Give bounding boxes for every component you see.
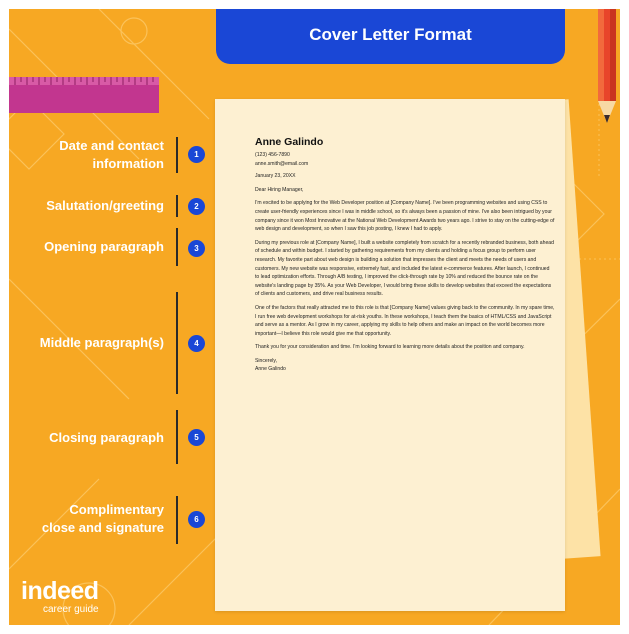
section-bracket-1 xyxy=(176,137,178,173)
section-label-closing: Closing paragraph xyxy=(49,430,164,445)
section-label-salutation: Salutation/greeting xyxy=(46,198,164,213)
letter-middle-paragraph: During my previous role at [Company Name… xyxy=(255,239,554,298)
section-bracket-4 xyxy=(176,292,178,394)
letter-thanks-paragraph: Thank you for your consideration and tim… xyxy=(255,344,525,351)
section-number-badge-2: 2 xyxy=(188,198,205,215)
logo-wordmark: indeed xyxy=(21,577,99,605)
letter-email: anne.smith@email.com xyxy=(255,160,309,167)
ruler-illustration xyxy=(9,77,159,113)
section-label-date-contact: Date and contact information xyxy=(59,138,164,171)
section-number-badge-1: 1 xyxy=(188,146,205,163)
letter-phone: (123) 456-7890 xyxy=(255,152,290,158)
section-number-badge-6: 6 xyxy=(188,511,205,528)
letter-salutation: Dear Hiring Manager, xyxy=(255,186,304,193)
section-number-badge-4: 4 xyxy=(188,335,205,352)
pencil-illustration xyxy=(598,9,616,123)
section-label-opening: Opening paragraph xyxy=(44,239,164,254)
letter-opening-paragraph: I'm excited to be applying for the Web D… xyxy=(255,200,555,233)
section-label-complimentary-close: Complimentary close and signature xyxy=(41,502,164,535)
section-bracket-3 xyxy=(176,228,178,266)
indeed-logo: indeed career guide xyxy=(21,577,99,616)
letter-name: Anne Galindo xyxy=(255,136,324,148)
cover-letter-sheet: Anne Galindo (123) 456-7890 anne.smith@e… xyxy=(215,99,565,611)
letter-signature: Anne Galindo xyxy=(255,366,286,373)
section-bracket-6 xyxy=(176,496,178,544)
section-number-badge-5: 5 xyxy=(188,429,205,446)
letter-date: January 23, 20XX xyxy=(255,173,296,180)
title-banner: Cover Letter Format xyxy=(216,9,565,64)
letter-body: Anne Galindo (123) 456-7890 anne.smith@e… xyxy=(255,136,555,374)
logo-tagline: career guide xyxy=(43,604,99,615)
letter-signoff: Sincerely, xyxy=(255,357,277,364)
infographic-canvas: Cover Letter Format Anne Galindo (123) 4… xyxy=(9,9,620,625)
page-title: Cover Letter Format xyxy=(309,24,472,44)
section-bracket-5 xyxy=(176,410,178,464)
section-number-badge-3: 3 xyxy=(188,240,205,257)
section-label-middle: Middle paragraph(s) xyxy=(39,335,164,350)
section-bracket-2 xyxy=(176,195,178,217)
letter-closing-paragraph: One of the factors that really attracted… xyxy=(255,304,555,337)
